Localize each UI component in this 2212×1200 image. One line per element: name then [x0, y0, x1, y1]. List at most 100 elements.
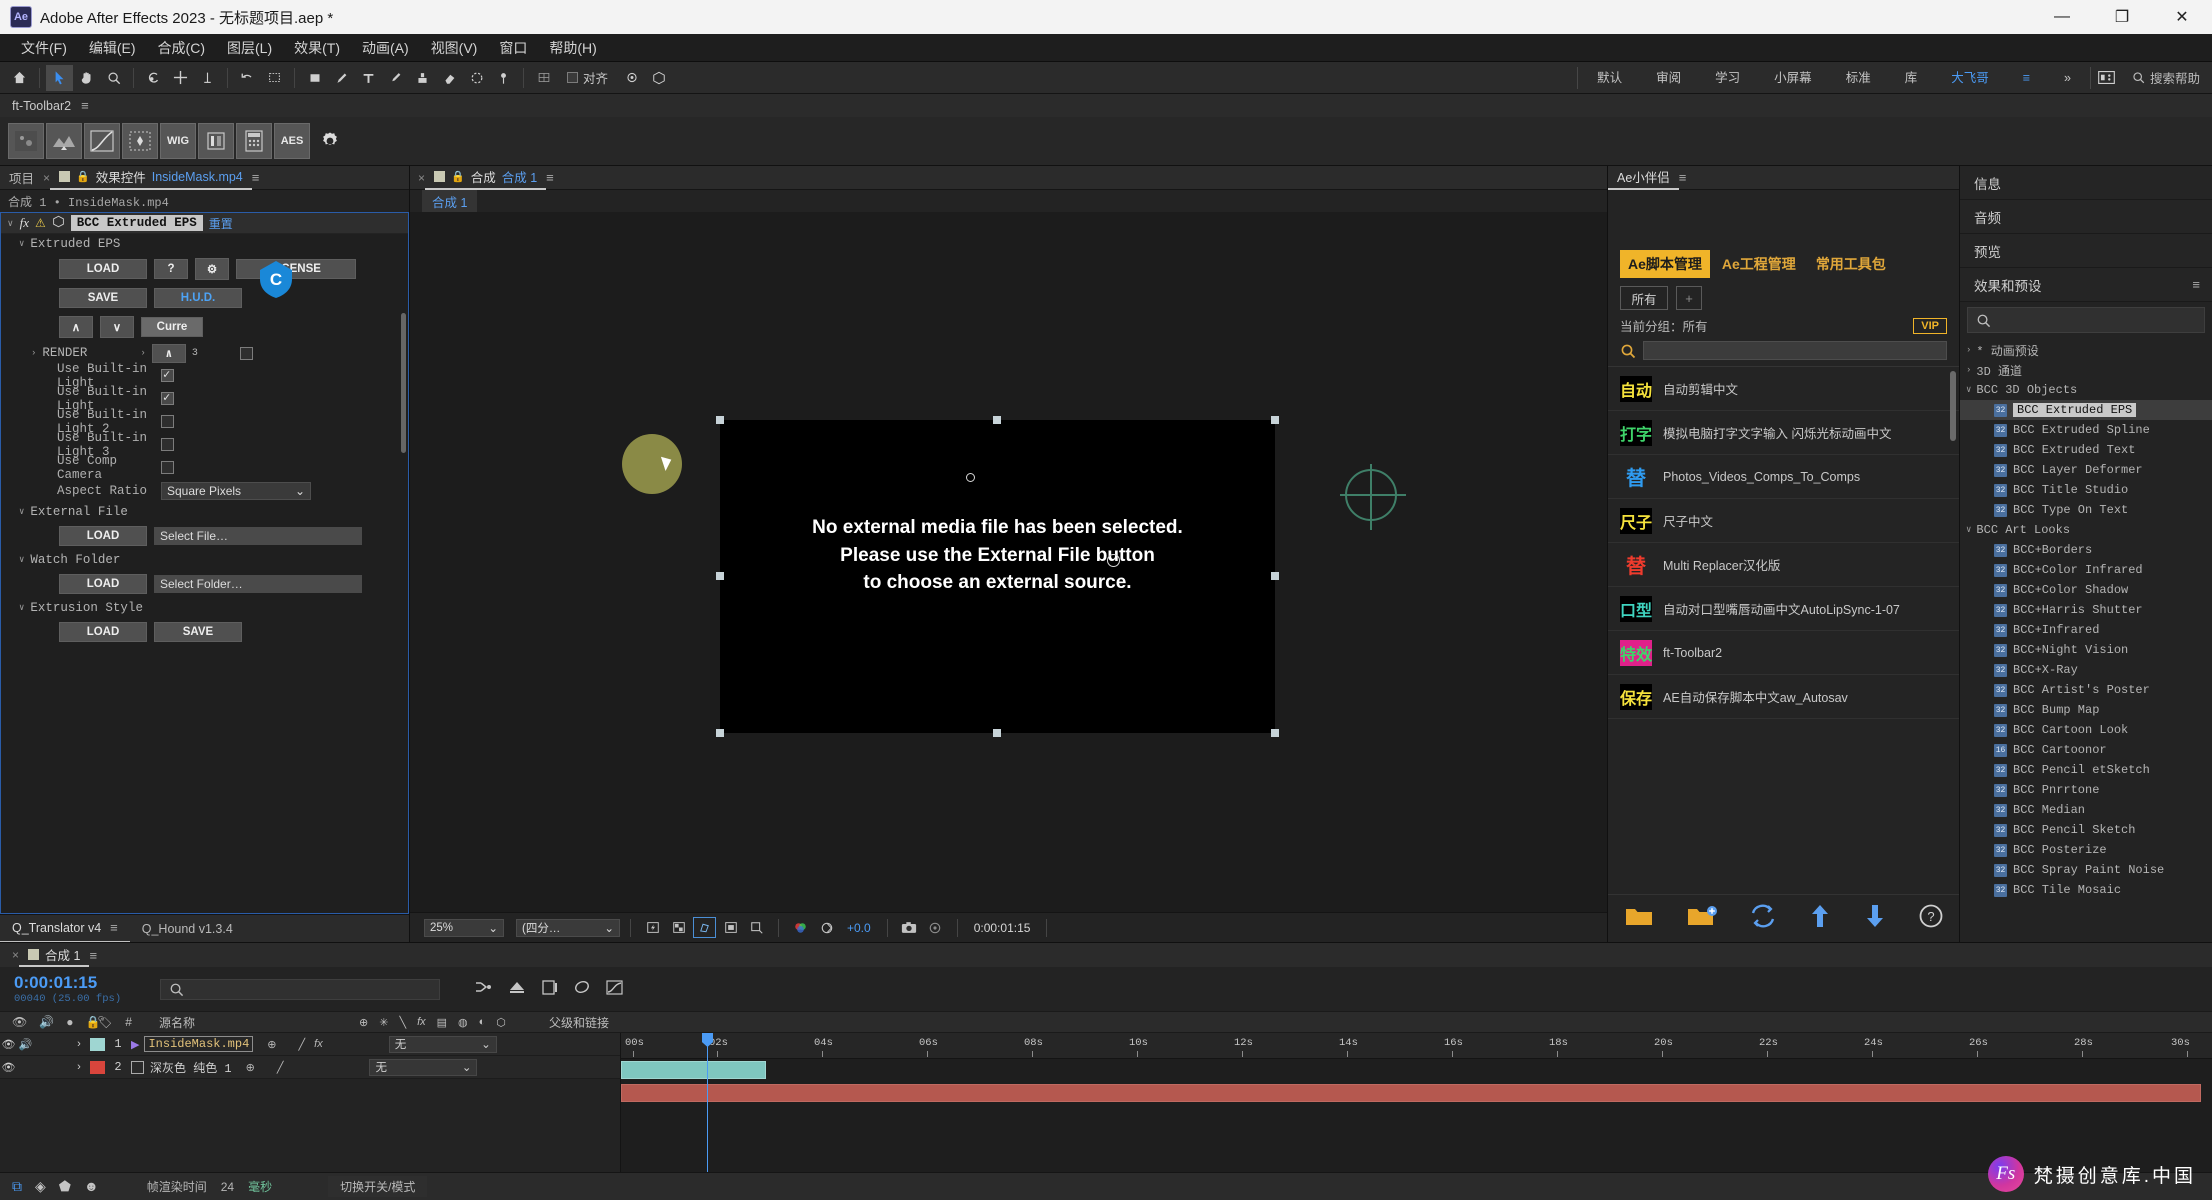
home-icon[interactable] — [6, 65, 33, 91]
layer-bar[interactable] — [621, 1084, 2201, 1102]
tree-leaf[interactable]: 32 BCC Layer Deformer — [1960, 460, 2212, 480]
noise-icon[interactable] — [8, 123, 44, 159]
external-file-field[interactable]: Select File… — [154, 527, 362, 545]
hand-tool-icon[interactable] — [73, 65, 100, 91]
timeline-timecode-block[interactable]: 0:00:01:15 00040 (25.00 fps) — [0, 973, 160, 1005]
list-item[interactable]: 保存 AE自动保存脚本中文aw_Autosav — [1608, 675, 1959, 719]
undo-arrow-icon[interactable] — [234, 65, 261, 91]
list-item[interactable]: 尺子 尺子中文 — [1608, 499, 1959, 543]
tab-q-translator[interactable]: Q_Translator v4 ≡ — [0, 915, 130, 943]
exposure-icon[interactable] — [815, 917, 838, 938]
chevron-right-icon[interactable]: › — [140, 348, 145, 358]
tree-leaf[interactable]: 32 BCC Type On Text — [1960, 500, 2212, 520]
property-checkbox[interactable] — [161, 438, 174, 451]
accordion-preview[interactable]: 预览 — [1960, 234, 2212, 268]
exposure-value[interactable]: +0.0 — [841, 921, 877, 935]
tree-leaf[interactable]: 32 BCC+Borders — [1960, 540, 2212, 560]
chevron-right-icon[interactable]: › — [1966, 345, 1971, 355]
tree-leaf-selected[interactable]: 32 BCC Extruded EPS — [1960, 400, 2212, 420]
tree-leaf[interactable]: 32 BCC Pnrrtone — [1960, 780, 2212, 800]
script-search[interactable] — [1608, 341, 1959, 366]
snap-toggle[interactable]: 对齐 — [557, 68, 618, 87]
camera-tool-icon[interactable] — [618, 65, 645, 91]
viewer-timecode[interactable]: 0:00:01:15 — [968, 921, 1037, 935]
list-item[interactable]: 替 Photos_Videos_Comps_To_Comps — [1608, 455, 1959, 499]
tab-ae-companion[interactable]: Ae小伴侣 — [1608, 166, 1679, 190]
parent-dropdown[interactable]: 无 ⌄ — [388, 1035, 497, 1053]
quality-icon[interactable]: ╱ — [277, 1061, 284, 1074]
frame-blend-icon[interactable] — [508, 980, 526, 998]
menu-window[interactable]: 窗口 — [488, 35, 538, 61]
timeline-search[interactable] — [160, 978, 440, 1000]
selection-tool-icon[interactable] — [46, 64, 73, 91]
close-icon[interactable]: × — [12, 948, 19, 962]
load-button[interactable]: LOAD — [59, 259, 147, 279]
group-extrusion-style[interactable]: ∨ Extrusion Style — [1, 598, 408, 618]
table-row[interactable]: 👁 🔊 › 1 ▶ InsideMask.mp4 ⊕ ╱ fx 无 ⌄ — [0, 1033, 620, 1056]
resolution-dropdown[interactable]: (四分… ⌄ — [516, 918, 620, 937]
close-icon[interactable]: × — [43, 171, 50, 185]
selection-handle[interactable] — [716, 572, 724, 580]
timeline-timecode[interactable]: 0:00:01:15 — [14, 973, 160, 993]
composition-stage[interactable]: No external media file has been selected… — [720, 420, 1275, 733]
folder-open-icon[interactable] — [1624, 904, 1654, 934]
chevron-right-icon[interactable]: › — [31, 348, 36, 358]
layer-name[interactable]: 深灰色 纯色 1 — [150, 1059, 232, 1076]
tab-effect-controls[interactable]: 🔒 效果控件 InsideMask.mp4 — [50, 166, 252, 190]
tree-node[interactable]: › * 动画预设 — [1960, 340, 2212, 360]
cube-3d-icon[interactable] — [645, 65, 672, 91]
refresh-icon[interactable] — [1750, 904, 1776, 934]
gear-icon[interactable] — [312, 123, 348, 159]
property-checkbox[interactable] — [161, 461, 174, 474]
timeline-menu-icon[interactable]: ≡ — [89, 948, 97, 963]
shy-icon[interactable]: ⊕ — [267, 1038, 276, 1051]
list-item[interactable]: 特效 ft-Toolbar2 — [1608, 631, 1959, 675]
title-action-safe-icon[interactable] — [719, 917, 742, 938]
group-watch-folder[interactable]: ∨ Watch Folder — [1, 550, 408, 570]
menu-layer[interactable]: 图层(L) — [216, 35, 283, 61]
tab-q-hound[interactable]: Q_Hound v1.3.4 — [130, 915, 245, 943]
mask-visibility-icon[interactable] — [693, 917, 716, 938]
prev-preset-button[interactable]: ∧ — [59, 316, 93, 338]
3d-view-icon[interactable] — [745, 917, 768, 938]
cache-icon[interactable]: ◈ — [35, 1178, 46, 1195]
snapshot-camera-icon[interactable] — [898, 917, 921, 938]
anchor-point-tool-icon[interactable] — [194, 65, 221, 91]
tree-node[interactable]: ∨ BCC Art Looks — [1960, 520, 2212, 540]
ae-companion-menu-icon[interactable]: ≡ — [1679, 170, 1687, 185]
composition-menu-icon[interactable]: ≡ — [546, 170, 554, 185]
tree-leaf[interactable]: 32 BCC Posterize — [1960, 840, 2212, 860]
aspect-ratio-dropdown[interactable]: Square Pixels ⌄ — [161, 481, 311, 500]
selection-handle[interactable] — [716, 729, 724, 737]
chevron-down-icon[interactable]: ∨ — [1966, 385, 1971, 395]
watch-folder-load-button[interactable]: LOAD — [59, 574, 147, 594]
tree-leaf[interactable]: 32 BCC Extruded Spline — [1960, 420, 2212, 440]
effect-controls-menu-icon[interactable]: ≡ — [252, 170, 260, 185]
calculator-icon[interactable] — [236, 123, 272, 159]
selection-handle[interactable] — [993, 729, 1001, 737]
list-item[interactable]: 自动 自动剪辑中文 — [1608, 367, 1959, 411]
tree-leaf[interactable]: 16 BCC Cartoonor — [1960, 740, 2212, 760]
help-button[interactable]: ? — [154, 259, 188, 279]
tree-leaf[interactable]: 32 BCC Artist's Poster — [1960, 680, 2212, 700]
effects-search[interactable] — [1967, 307, 2205, 333]
reset-button[interactable]: 重置 — [209, 215, 233, 232]
list-item[interactable]: 口型 自动对口型嘴唇动画中文AutoLipSync-1-07 — [1608, 587, 1959, 631]
wig-button[interactable]: WIG — [160, 123, 196, 159]
bars-icon[interactable] — [198, 123, 234, 159]
user-icon[interactable]: ☻ — [84, 1178, 99, 1195]
effects-presets-menu-icon[interactable]: ≡ — [2192, 277, 2200, 292]
rectangle-tool-icon[interactable] — [301, 65, 328, 91]
tree-leaf[interactable]: 32 BCC Pencil Sketch — [1960, 820, 2212, 840]
chevron-down-icon[interactable]: ∨ — [19, 555, 24, 565]
workspace-menu-icon[interactable]: ≡ — [2006, 62, 2047, 94]
playhead-line[interactable] — [707, 1033, 708, 1172]
ft-toolbar2-menu-icon[interactable]: ≡ — [81, 98, 89, 113]
group-external-file[interactable]: ∨ External File — [1, 502, 408, 522]
render-up-button[interactable]: ∧ — [151, 343, 186, 363]
shy-icon[interactable]: ⊕ — [246, 1061, 255, 1074]
effect-header-row[interactable]: ∨ fx ⚠ BCC Extruded EPS 重置 — [1, 213, 408, 234]
layer-audio-icon[interactable]: 🔊 — [17, 1038, 34, 1051]
property-checkbox[interactable] — [161, 367, 174, 382]
chevron-right-icon[interactable]: › — [1966, 365, 1971, 375]
